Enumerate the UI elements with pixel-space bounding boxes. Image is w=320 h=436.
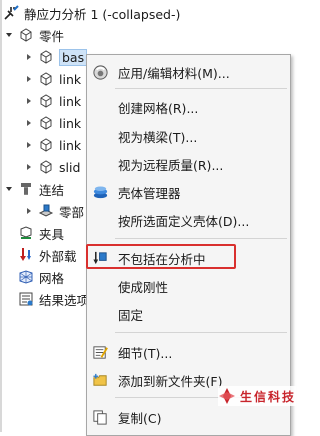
tree-part-label: link	[59, 137, 82, 153]
menu-item-make-rigid[interactable]: 使成刚性	[87, 274, 290, 298]
details-icon	[91, 343, 109, 361]
menu-item-label: 按所选面定义壳体(D)...	[118, 213, 250, 229]
menu-item-apply-material[interactable]: 应用/编辑材料(M)...	[87, 60, 290, 84]
tree-part-item[interactable]: link	[24, 134, 81, 156]
part-icon	[37, 48, 55, 66]
part-icon	[37, 70, 55, 88]
menu-item-copy[interactable]: 复制(C)	[87, 405, 290, 429]
material-icon	[91, 63, 109, 81]
part-icon	[37, 114, 55, 132]
menu-item-exclude-from-analysis[interactable]: 不包括在分析中	[87, 246, 290, 270]
menu-item-label: 固定	[118, 307, 144, 323]
tree-part-item[interactable]: link	[24, 68, 81, 90]
tree-part-item[interactable]: link	[24, 90, 81, 112]
menu-item-label: 创建网格(R)...	[118, 100, 199, 116]
tree-part-item[interactable]: bas	[24, 46, 88, 68]
watermark: 生信科技	[218, 386, 297, 406]
menu-separator	[115, 88, 287, 89]
part-icon	[37, 158, 55, 176]
tree-results-row[interactable]: 结果选项	[4, 288, 89, 310]
tree-fixtures-row[interactable]: 夹具	[4, 222, 64, 244]
menu-item-fixed[interactable]: 固定	[87, 302, 290, 326]
tree-part-item[interactable]: link	[24, 112, 81, 134]
copy-icon	[91, 408, 109, 426]
chevron-right-icon[interactable]	[24, 73, 34, 85]
part-icon	[37, 136, 55, 154]
external-load-icon	[17, 246, 35, 264]
tree-results-label: 结果选项	[39, 292, 90, 308]
tree-loads-row[interactable]: 外部载	[4, 244, 77, 266]
chevron-right-icon[interactable]	[24, 51, 34, 63]
tree-connections-label: 连结	[39, 182, 65, 198]
menu-separator	[115, 332, 287, 333]
watermark-text: 生信科技	[240, 389, 297, 404]
menu-item-label: 使成刚性	[118, 279, 169, 295]
part-icon	[37, 92, 55, 110]
tree-connection-item[interactable]: 零部	[24, 200, 84, 222]
menu-separator	[115, 238, 287, 239]
menu-item-label: 细节(T)...	[118, 345, 173, 361]
tree-parts-row[interactable]: 零件	[4, 24, 64, 46]
mesh-icon	[17, 268, 35, 286]
component-contact-icon	[37, 202, 55, 220]
tree-connections-row[interactable]: 连结	[4, 178, 64, 200]
chevron-right-icon[interactable]	[24, 161, 34, 173]
menu-item-label: 不包括在分析中	[118, 251, 206, 267]
menu-item-label: 视为远程质量(R)...	[118, 157, 224, 173]
tree-part-item[interactable]: slid	[24, 156, 80, 178]
chevron-down-icon[interactable]	[4, 183, 14, 195]
tree-part-label: link	[59, 93, 82, 109]
context-menu: 应用/编辑材料(M)... 创建网格(R)... 视为横梁(T)... 视为远程…	[86, 54, 291, 436]
fixture-icon	[17, 224, 35, 242]
menu-item-label: 视为横梁(T)...	[118, 129, 198, 145]
tree-part-label: link	[59, 71, 82, 87]
tree-connection-label: 零部	[59, 204, 85, 220]
menu-item-label: 添加到新文件夹(F)	[118, 373, 223, 389]
tree-mesh-row[interactable]: 网格	[4, 266, 64, 288]
tree-fixtures-label: 夹具	[39, 226, 65, 242]
chevron-right-icon[interactable]	[24, 205, 34, 217]
connections-icon	[17, 180, 35, 198]
menu-item-label: 壳体管理器	[118, 185, 181, 201]
menu-item-define-shell[interactable]: 按所选面定义壳体(D)...	[87, 208, 290, 232]
parts-icon	[17, 26, 35, 44]
menu-item-remote-mass[interactable]: 视为远程质量(R)...	[87, 152, 290, 176]
tree-edge	[0, 0, 2, 432]
tree-part-label: bas	[59, 48, 88, 66]
menu-item-create-mesh[interactable]: 创建网格(R)...	[87, 95, 290, 119]
tree-root-label: 静应力分析 1 (-collapsed-)	[24, 6, 181, 22]
tree-part-label: slid	[59, 159, 81, 175]
menu-item-details[interactable]: 细节(T)...	[87, 340, 290, 364]
exclude-icon	[91, 249, 109, 267]
brand-logo-icon	[218, 387, 236, 405]
chevron-right-icon[interactable]	[24, 139, 34, 151]
add-folder-icon	[91, 371, 109, 389]
tree-mesh-label: 网格	[39, 270, 65, 286]
menu-item-label: 复制(C)	[118, 410, 162, 426]
menu-item-treat-as-beam[interactable]: 视为横梁(T)...	[87, 124, 290, 148]
static-study-icon	[2, 4, 20, 22]
tree-root-row[interactable]: 静应力分析 1 (-collapsed-)	[2, 2, 180, 24]
result-options-icon	[17, 290, 35, 308]
chevron-right-icon[interactable]	[24, 117, 34, 129]
shell-manager-icon	[91, 183, 109, 201]
chevron-right-icon[interactable]	[24, 95, 34, 107]
menu-item-label: 应用/编辑材料(M)...	[118, 65, 230, 81]
tree-loads-label: 外部载	[39, 248, 77, 264]
chevron-down-icon[interactable]	[4, 29, 14, 41]
tree-part-label: link	[59, 115, 82, 131]
tree-parts-label: 零件	[39, 28, 65, 44]
menu-item-shell-manager[interactable]: 壳体管理器	[87, 180, 290, 204]
